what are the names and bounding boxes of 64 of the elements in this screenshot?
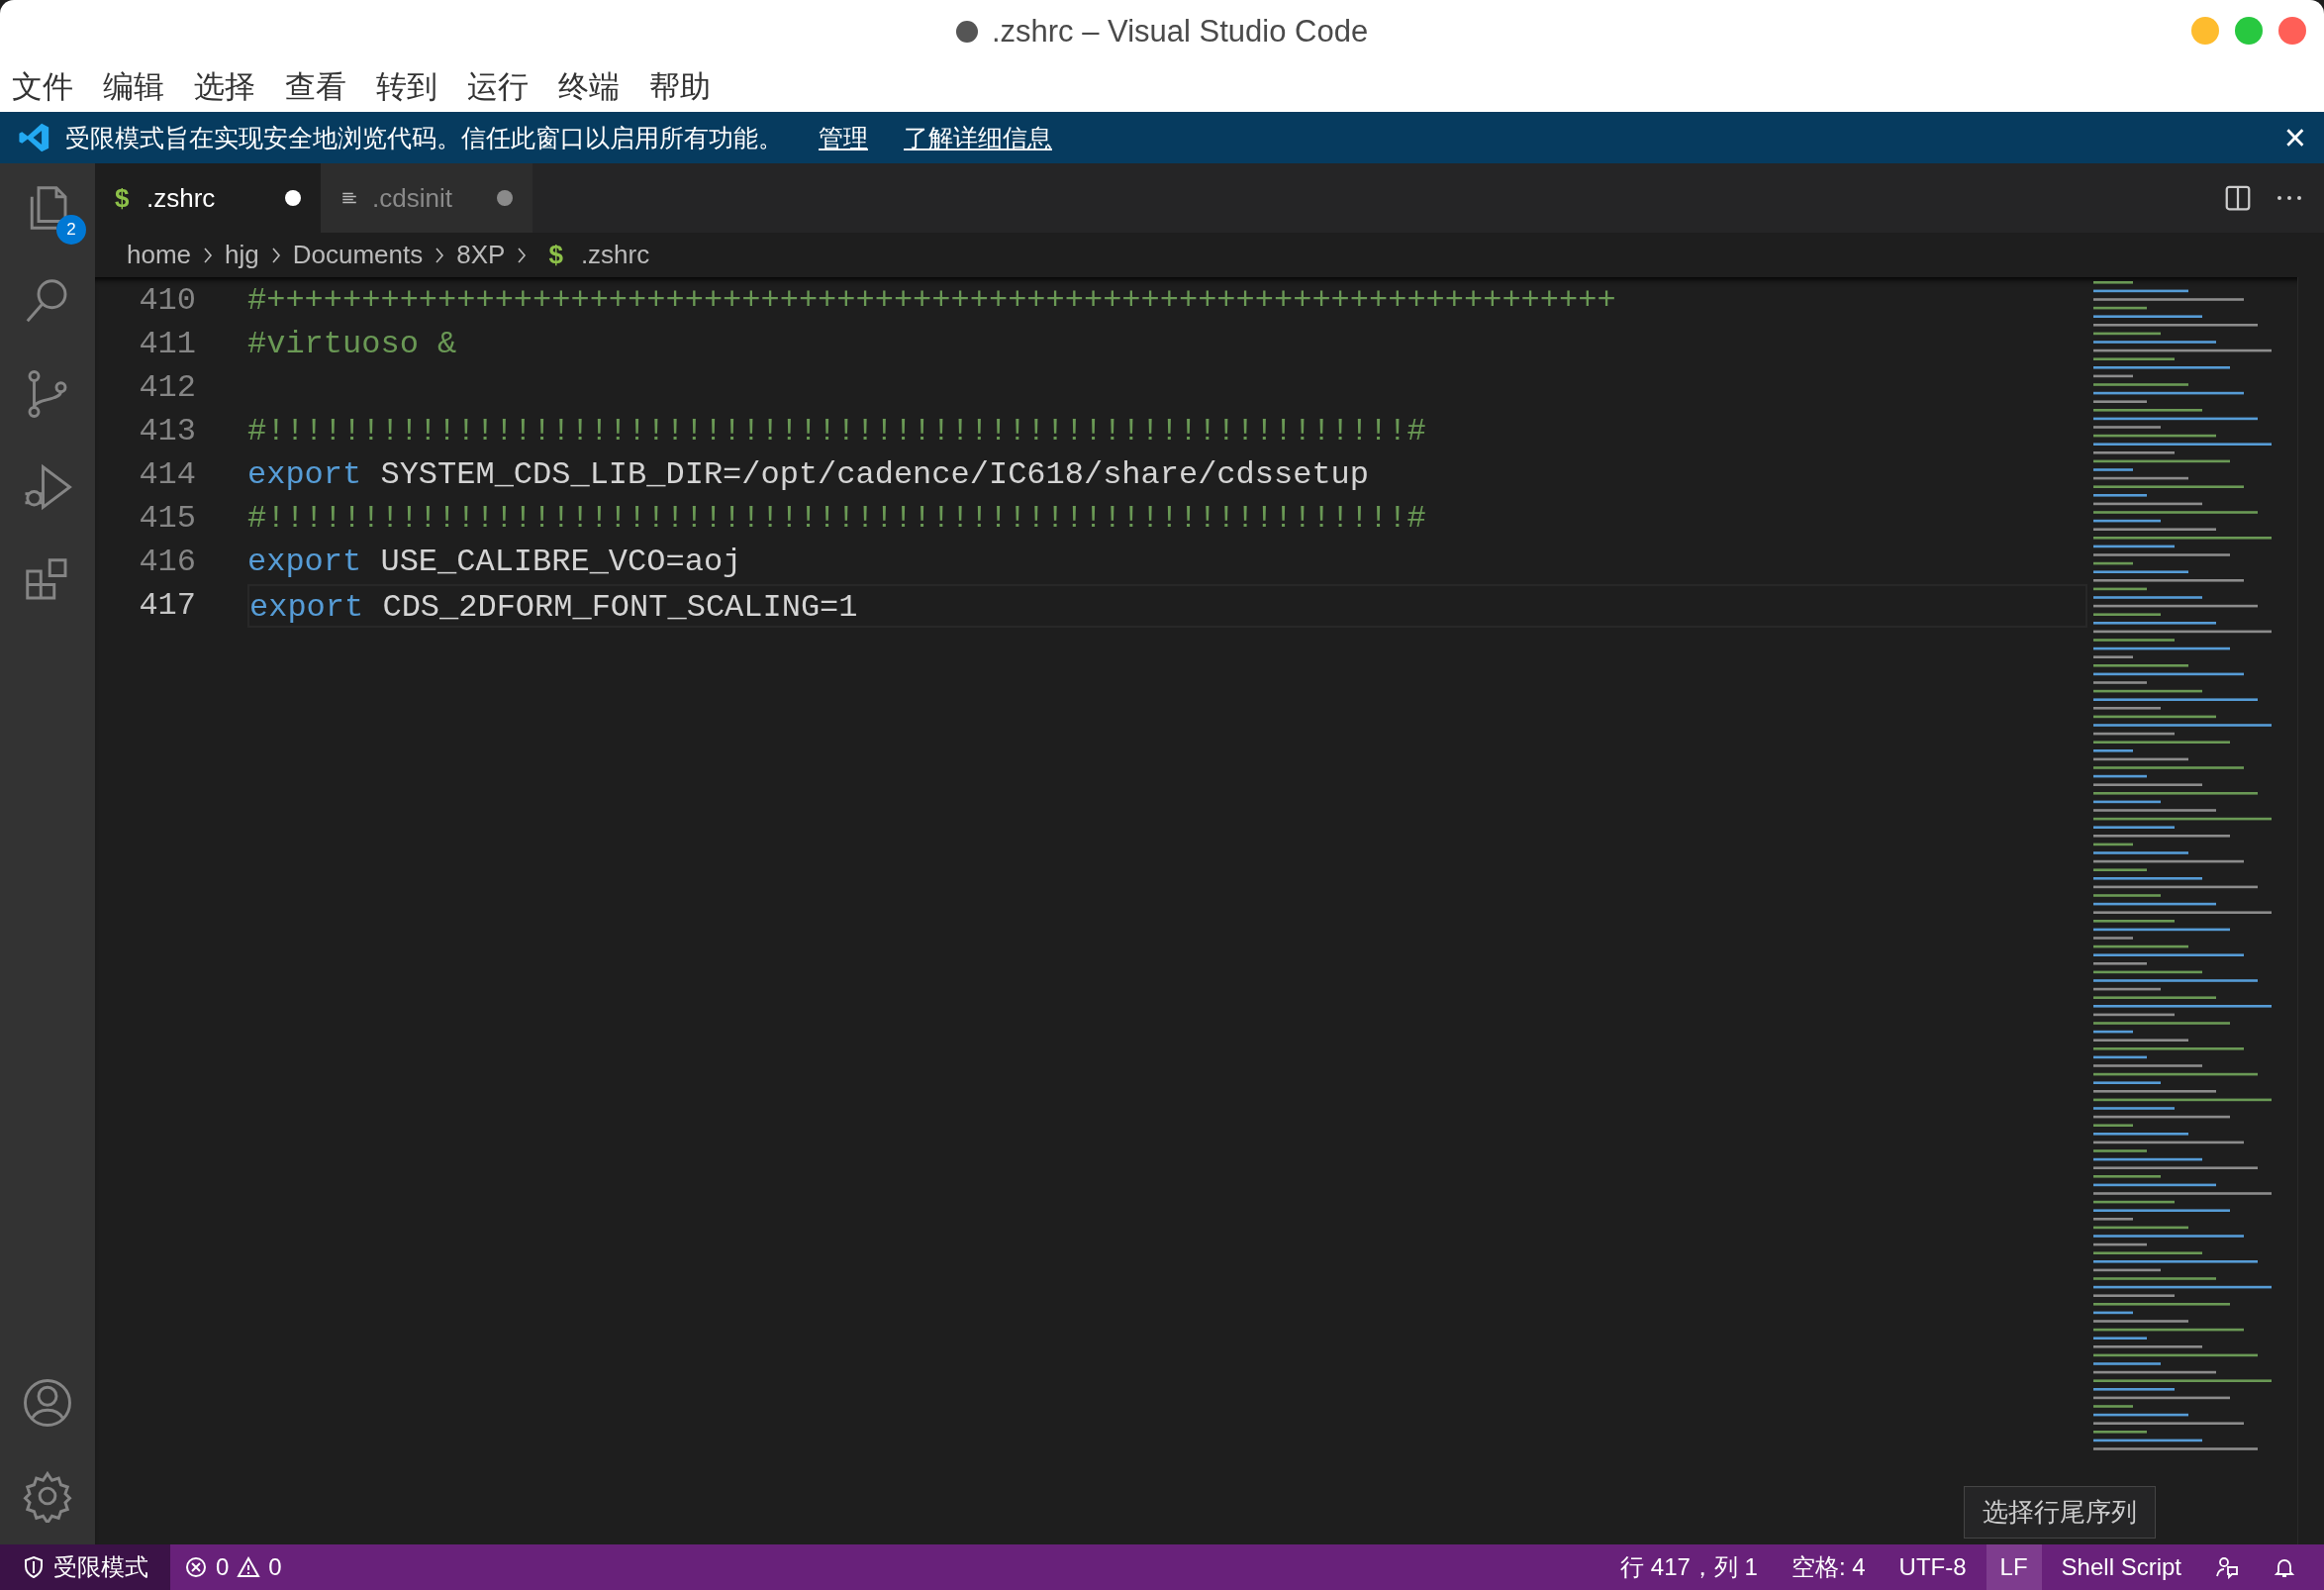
code-token: #virtuoso & bbox=[247, 325, 457, 364]
menu-item[interactable]: 运行 bbox=[467, 66, 529, 108]
breadcrumb[interactable]: home bbox=[127, 240, 192, 270]
banner-message: 受限模式旨在实现安全地浏览代码。信任此窗口以启用所有功能。 bbox=[65, 122, 783, 153]
code-token: export bbox=[247, 455, 362, 495]
banner-link[interactable]: 了解详细信息 bbox=[904, 121, 1052, 154]
menu-item[interactable]: 查看 bbox=[285, 66, 346, 108]
menu-item[interactable]: 编辑 bbox=[103, 66, 164, 108]
restricted-mode-status[interactable]: 受限模式 bbox=[0, 1544, 170, 1590]
line-number: 413 bbox=[139, 412, 196, 451]
breadcrumb[interactable]: .zshrc bbox=[580, 240, 650, 270]
warning-icon bbox=[237, 1555, 261, 1579]
status-item[interactable]: Shell Script bbox=[2047, 1544, 2195, 1590]
menu-item[interactable]: 终端 bbox=[558, 66, 620, 108]
code-token: SYSTEM_CDS_LIB_DIR=/opt/cadence/IC618/share/cdssetup bbox=[379, 455, 1369, 495]
window-title: .zshrc – Visual Studio Code bbox=[991, 13, 1369, 50]
code-token: CDS_2DFORM_FONT_SCALING=1 bbox=[381, 588, 858, 626]
line-number: 414 bbox=[139, 455, 196, 495]
zoom-button[interactable] bbox=[2235, 17, 2263, 45]
count-badge: 2 bbox=[56, 215, 86, 245]
code-token: export bbox=[249, 588, 364, 626]
status-item[interactable]: UTF-8 bbox=[1885, 1544, 1981, 1590]
unsaved-dot bbox=[285, 190, 301, 206]
menu-item[interactable]: 转到 bbox=[376, 66, 437, 108]
file-type-icon: $ bbox=[115, 182, 133, 214]
code-token: #!!!!!!!!!!!!!!!!!!!!!!!!!!!!!!!!!!!!!!!!!!!!!!!!!!!!!!!!!!!!# bbox=[247, 499, 1426, 539]
banner-link[interactable]: 管理 bbox=[819, 121, 868, 154]
error-icon bbox=[184, 1555, 208, 1579]
line-number: 411 bbox=[139, 325, 196, 364]
shield-icon bbox=[22, 1555, 46, 1579]
scrollbar[interactable] bbox=[2297, 277, 2324, 1544]
close-button[interactable]: × bbox=[2283, 119, 2306, 156]
menu-item[interactable]: 帮助 bbox=[649, 66, 711, 108]
settings-icon[interactable] bbox=[21, 1469, 74, 1523]
problems-status[interactable]: 0 0 bbox=[170, 1544, 296, 1590]
close-button[interactable] bbox=[2278, 17, 2306, 45]
breadcrumb[interactable]: 8XP bbox=[456, 240, 506, 270]
code-token: #+++++++++++++++++++++++++++++++++++++++++++++++++++++++++++++++++++++++ bbox=[247, 281, 1616, 321]
code-token: USE_CALIBRE_VCO=aoj bbox=[379, 543, 742, 582]
line-number: 417 bbox=[139, 586, 196, 626]
code-token: #!!!!!!!!!!!!!!!!!!!!!!!!!!!!!!!!!!!!!!!!!!!!!!!!!!!!!!!!!!!!# bbox=[247, 412, 1426, 451]
line-number: 412 bbox=[139, 368, 196, 408]
status-item[interactable]: LF bbox=[1985, 1544, 2042, 1590]
line-number: 416 bbox=[139, 543, 196, 582]
breadcrumb[interactable]: hjg bbox=[225, 240, 259, 270]
error-count: 0 bbox=[216, 1553, 230, 1581]
editor-tab[interactable]: $ .zshrc bbox=[95, 163, 321, 233]
split-editor-icon[interactable] bbox=[2223, 183, 2253, 213]
status-item[interactable]: 空格: 4 bbox=[1777, 1544, 1880, 1590]
warning-count: 0 bbox=[268, 1553, 282, 1581]
breadcrumb[interactable]: Documents bbox=[292, 240, 424, 270]
unsaved-dot bbox=[497, 190, 513, 206]
editor-tab[interactable]: .cdsinit bbox=[321, 163, 533, 233]
status-item[interactable]: 行 417，列 1 bbox=[1606, 1544, 1772, 1590]
menu-item[interactable]: 文件 bbox=[12, 66, 73, 108]
line-number: 410 bbox=[139, 281, 196, 321]
tooltip: 选择行尾序列 bbox=[1964, 1486, 2156, 1539]
code-token: export bbox=[247, 543, 362, 582]
app-logo-icon bbox=[18, 121, 51, 154]
menu-item[interactable]: 选择 bbox=[194, 66, 255, 108]
file-type-icon: $ bbox=[548, 240, 563, 270]
line-number: 415 bbox=[139, 499, 196, 539]
account-icon[interactable] bbox=[21, 1376, 74, 1430]
feedback-icon[interactable] bbox=[2215, 1555, 2239, 1579]
